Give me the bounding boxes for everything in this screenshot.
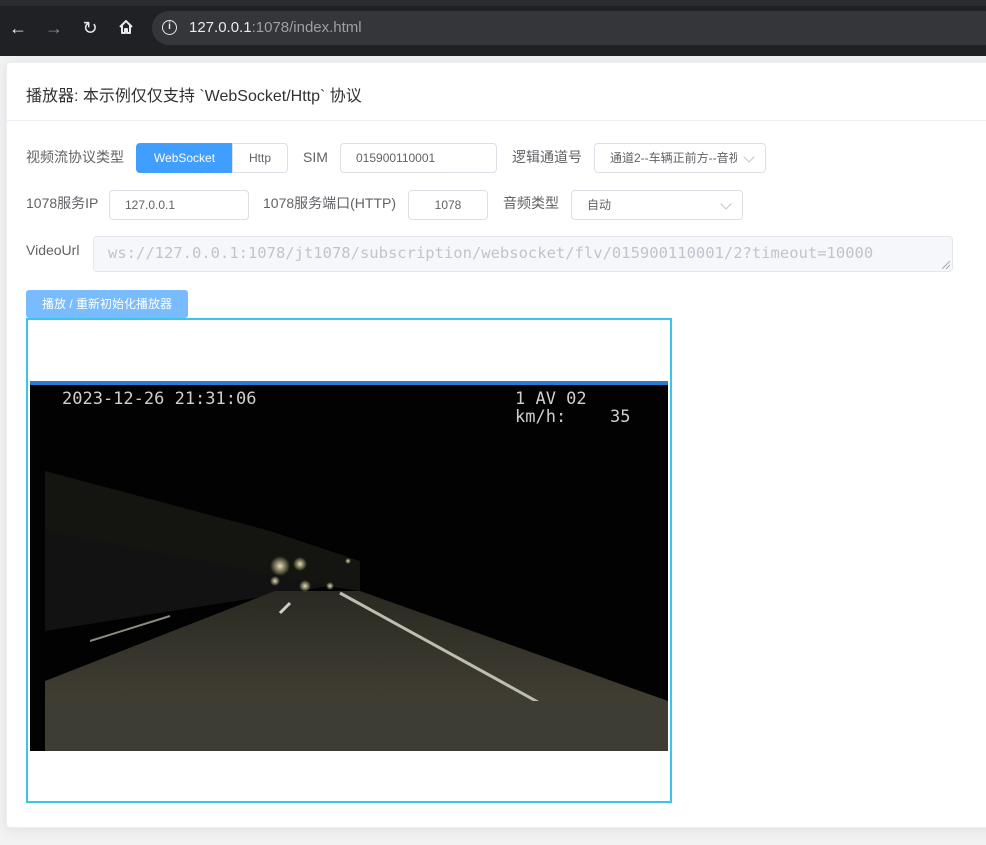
sim-label: SIM (303, 149, 328, 165)
tab-strip-edge (0, 0, 986, 6)
protocol-websocket-button[interactable]: WebSocket (136, 143, 233, 173)
info-icon[interactable]: i (162, 20, 177, 35)
video-url-text: ws://127.0.0.1:1078/jt1078/subscription/… (108, 244, 874, 262)
video-player[interactable]: 2023-12-26 21:31:06 1 AV 02 km/h: 35 (26, 318, 672, 803)
home-icon[interactable] (116, 18, 136, 38)
server-ip-input[interactable]: 127.0.0.1 (109, 190, 249, 220)
protocol-label: 视频流协议类型 (26, 149, 124, 165)
browser-toolbar: ← → ↻ i 127.0.0.1:1078/index.html (0, 0, 986, 56)
osd-speed-label: km/h: (515, 407, 567, 427)
protocol-http-button[interactable]: Http (232, 143, 288, 173)
server-port-label: 1078服务端口(HTTP) (263, 195, 397, 211)
back-arrow-icon[interactable]: ← (8, 18, 28, 38)
sim-input[interactable]: 015900110001 (340, 143, 497, 173)
player-card: 播放器: 本示例仅仅支持 `WebSocket/Http` 协议 视频流协议类型… (6, 62, 986, 828)
osd-datetime: 2023-12-26 21:31:06 (62, 389, 257, 409)
video-url-label: VideoUrl (26, 242, 80, 258)
osd-channel: 1 AV 02 (515, 389, 587, 409)
url-path: :1078/index.html (251, 19, 362, 36)
home-icon-glyph (119, 20, 133, 34)
address-bar[interactable]: i 127.0.0.1:1078/index.html (152, 11, 986, 45)
init-player-button[interactable]: 播放 / 重新初始化播放器 (26, 290, 188, 318)
video-frame[interactable]: 2023-12-26 21:31:06 1 AV 02 km/h: 35 (30, 381, 668, 751)
channel-select-value: 通道2--车辆正前方--音视 (610, 151, 737, 165)
resize-grip-icon[interactable] (942, 261, 950, 269)
url-host: 127.0.0.1 (189, 19, 252, 36)
audio-select[interactable]: 自动 (571, 190, 743, 220)
forward-arrow-icon[interactable]: → (44, 18, 64, 38)
video-top-bar (30, 381, 668, 385)
audio-select-value: 自动 (587, 198, 612, 212)
server-ip-label: 1078服务IP (26, 195, 99, 211)
card-title: 播放器: 本示例仅仅支持 `WebSocket/Http` 协议 (26, 88, 362, 105)
chevron-down-icon (743, 151, 755, 163)
channel-select[interactable]: 通道2--车辆正前方--音视 (594, 143, 766, 173)
audio-label: 音频类型 (503, 195, 559, 211)
osd-speed-value: 35 (610, 407, 631, 427)
server-port-input[interactable]: 1078 (408, 190, 488, 220)
video-url-textarea[interactable]: ws://127.0.0.1:1078/jt1078/subscription/… (93, 236, 953, 272)
card-header: 播放器: 本示例仅仅支持 `WebSocket/Http` 协议 (7, 63, 986, 121)
chevron-down-icon (720, 198, 732, 210)
url-text[interactable]: 127.0.0.1:1078/index.html (189, 19, 362, 37)
channel-label: 逻辑通道号 (512, 149, 582, 165)
reload-icon[interactable]: ↻ (80, 18, 100, 38)
dashcam-scene (30, 381, 668, 751)
